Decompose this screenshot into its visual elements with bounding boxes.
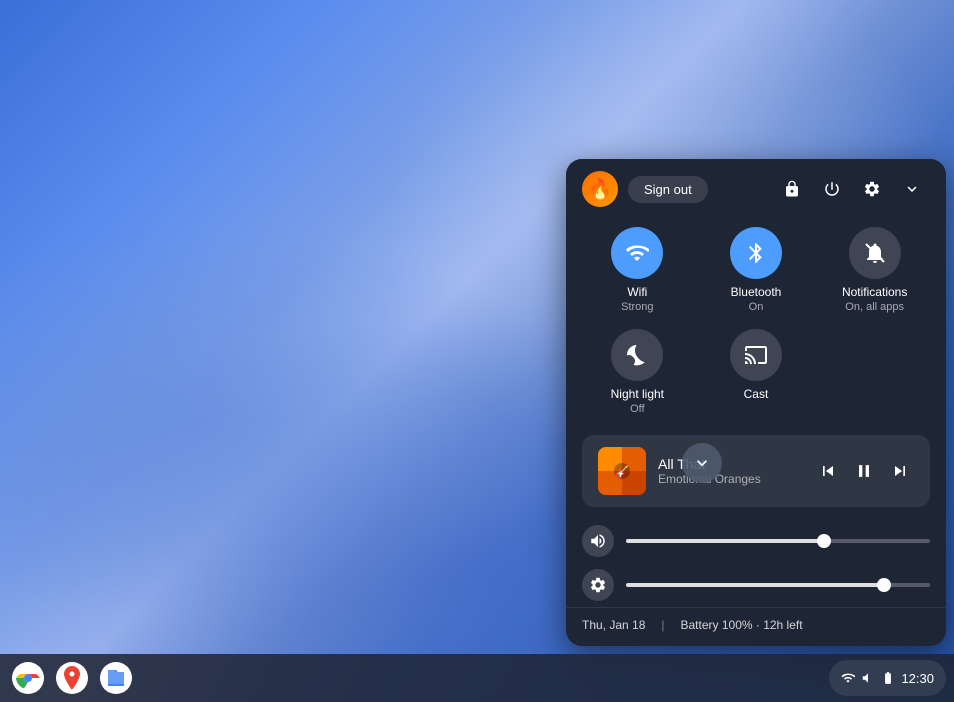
toggles-row-2: Night light Off Cast	[566, 325, 946, 431]
volume-icon-button[interactable]	[582, 525, 614, 557]
media-info: All That Emotional Oranges	[658, 456, 802, 486]
panel-footer: Thu, Jan 18 | Battery 100% · 12h left	[566, 607, 946, 646]
toggles-row-1: Wifi Strong Bluetooth On Notifications O…	[566, 219, 946, 325]
avatar-button[interactable]: 🔥	[582, 171, 618, 207]
skip-next-icon	[890, 461, 910, 481]
media-controls	[814, 457, 914, 485]
album-artwork-svg: 🎸	[598, 447, 646, 495]
chevron-down-icon	[903, 180, 921, 198]
cast-label: Cast	[744, 387, 769, 401]
footer-date: Thu, Jan 18	[582, 618, 645, 632]
footer-battery: Battery 100% · 12h left	[681, 618, 803, 632]
volume-slider-track[interactable]	[626, 539, 930, 543]
tray-volume-icon	[861, 671, 875, 685]
cast-toggle[interactable]: Cast	[701, 325, 812, 419]
notifications-circle	[849, 227, 901, 279]
bluetooth-sublabel: On	[749, 301, 764, 313]
tray-battery-icon	[881, 671, 895, 685]
collapse-button[interactable]	[894, 171, 930, 207]
album-art: 🎸	[598, 447, 646, 495]
media-pause-button[interactable]	[850, 457, 878, 485]
brightness-slider-thumb[interactable]	[877, 578, 891, 592]
notifications-toggle[interactable]: Notifications On, all apps	[819, 223, 930, 317]
wifi-label: Wifi	[627, 285, 647, 299]
brightness-icon-button[interactable]	[582, 569, 614, 601]
media-artist: Emotional Oranges	[658, 472, 802, 486]
maps-svg	[56, 662, 88, 694]
night-light-sublabel: Off	[630, 403, 644, 415]
panel-header: 🔥 Sign out	[566, 159, 946, 219]
volume-slider-row	[566, 519, 946, 563]
header-actions	[774, 171, 930, 207]
media-prev-button[interactable]	[814, 457, 842, 485]
taskbar-app-icons	[8, 658, 136, 698]
pause-icon	[854, 461, 874, 481]
wifi-toggle[interactable]: Wifi Strong	[582, 223, 693, 317]
system-tray[interactable]: 12:30	[829, 660, 946, 696]
notifications-icon	[863, 241, 887, 265]
brightness-slider-fill	[626, 583, 884, 587]
footer-divider: |	[661, 618, 664, 632]
album-art-image: 🎸	[598, 447, 646, 495]
skip-previous-icon	[818, 461, 838, 481]
bluetooth-circle	[730, 227, 782, 279]
cast-circle	[730, 329, 782, 381]
taskbar-maps-icon[interactable]	[52, 658, 92, 698]
brightness-icon	[589, 576, 607, 594]
brightness-slider-row	[566, 563, 946, 607]
lock-icon	[783, 180, 801, 198]
svg-text:🎸: 🎸	[615, 465, 630, 479]
media-player: 🎸 All That Emotional Oranges	[582, 435, 930, 507]
lock-button[interactable]	[774, 171, 810, 207]
tooltip-bubble	[682, 443, 722, 483]
quick-settings-panel: 🔥 Sign out	[566, 159, 946, 646]
power-button[interactable]	[814, 171, 850, 207]
taskbar-files-icon[interactable]	[96, 658, 136, 698]
sign-out-button[interactable]: Sign out	[628, 176, 708, 203]
wifi-sublabel: Strong	[621, 301, 653, 313]
tray-wifi-icon	[841, 671, 855, 685]
avatar-icon: 🔥	[588, 177, 613, 202]
settings-button[interactable]	[854, 171, 890, 207]
tray-time: 12:30	[901, 671, 934, 686]
brightness-slider-track[interactable]	[626, 583, 930, 587]
volume-slider-fill	[626, 539, 824, 543]
chrome-svg	[12, 662, 44, 694]
notifications-sublabel: On, all apps	[845, 301, 904, 313]
night-light-toggle[interactable]: Night light Off	[582, 325, 693, 419]
bluetooth-icon	[744, 241, 768, 265]
bluetooth-label: Bluetooth	[731, 285, 782, 299]
night-light-circle	[611, 329, 663, 381]
cast-icon	[744, 343, 768, 367]
tooltip-arrow-icon	[692, 453, 712, 473]
volume-icon	[589, 532, 607, 550]
volume-slider-thumb[interactable]	[817, 534, 831, 548]
empty-toggle	[819, 325, 930, 419]
settings-icon	[863, 180, 881, 198]
notifications-label: Notifications	[842, 285, 907, 299]
media-next-button[interactable]	[886, 457, 914, 485]
media-title: All That	[658, 456, 802, 472]
wifi-circle	[611, 227, 663, 279]
taskbar-chrome-icon[interactable]	[8, 658, 48, 698]
files-svg	[100, 662, 132, 694]
taskbar: 12:30	[0, 654, 954, 702]
night-light-label: Night light	[611, 387, 664, 401]
night-light-icon	[625, 343, 649, 367]
wifi-icon	[625, 241, 649, 265]
power-icon	[823, 180, 841, 198]
bluetooth-toggle[interactable]: Bluetooth On	[701, 223, 812, 317]
